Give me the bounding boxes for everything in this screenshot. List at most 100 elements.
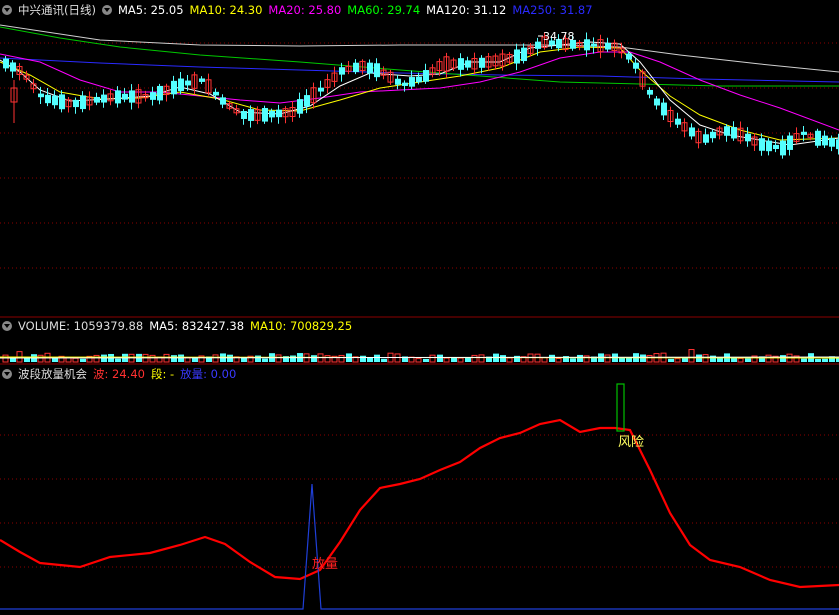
volume-bar [801,358,807,362]
candlestick [220,94,226,109]
chart-canvas[interactable]: 34.78 [0,0,839,615]
candlestick [94,92,100,106]
volume-bar [80,358,86,362]
candlestick [387,69,394,85]
candlestick [521,43,527,64]
candlestick [150,86,156,106]
candlestick [129,84,135,110]
candlestick [59,90,65,113]
volume-bar [555,358,562,363]
candlestick [584,32,590,57]
candlestick [787,132,793,156]
volume-signal-label: 放量: 0.00 [180,367,237,381]
ma10-line [0,46,839,141]
candlestick [10,60,16,78]
candlestick [205,73,212,96]
candlestick [331,66,338,87]
candlestick [479,55,485,74]
volume-bar [737,357,744,363]
volume-bar [780,355,786,362]
candlestick [458,53,464,77]
volume-bar [37,354,44,363]
candlestick [248,105,254,128]
volume-bar [212,354,219,363]
candlestick [276,104,282,124]
collapse-icon[interactable] [2,368,12,379]
candlestick [345,60,352,75]
volume-bar [262,358,268,362]
candlestick [815,128,821,148]
volume-bar [423,358,429,362]
candlestick [661,98,667,120]
candlestick [115,86,121,108]
candlestick [101,89,107,108]
wave-line [0,418,839,589]
indicator-header: 波段放量机会 波: 24.40 段: - 放量: 0.00 [0,366,839,382]
candlestick [737,121,744,144]
candlestick [703,128,709,146]
candlestick [751,133,758,151]
candlestick [689,123,695,140]
volume-bar [577,354,583,362]
volume-bar [360,355,366,362]
volume-bar [815,358,821,362]
candlestick [471,52,478,75]
candlestick [724,124,730,142]
volume-bar [184,357,191,363]
volume-bar [93,354,100,363]
candlestick [780,135,786,159]
candlestick [695,128,702,149]
candlestick [199,76,205,85]
volume-bar [514,355,520,362]
volume-bar [541,357,548,363]
volume-bar [381,358,387,362]
volume-bar [192,357,198,362]
candlestick [107,89,114,106]
candlestick [324,73,331,94]
candlestick [282,106,289,124]
volume-bar [583,355,590,363]
volume-bar [437,354,443,362]
candlestick [591,37,597,54]
candlestick [618,42,625,59]
volume-bar [290,355,296,362]
volume-bar [604,354,611,363]
volume-bar [2,354,9,363]
volume-bar [171,355,177,362]
collapse-icon[interactable] [2,320,12,331]
volume-bar [674,358,681,363]
volume-bar [227,354,233,362]
wave-label: 波: 24.40 [93,367,145,381]
volume-bar [506,357,513,363]
candlestick [157,83,163,105]
high-price-label: 34.78 [543,30,575,43]
volume-bar [115,358,121,362]
candlestick [654,96,660,110]
candlestick [86,91,93,111]
candlestick [374,58,380,82]
candlestick [122,88,128,103]
candlestick [681,118,688,138]
indicator-title: 波段放量机会 [18,367,87,381]
candlestick [73,97,79,114]
volume-bar [710,355,716,362]
candlestick [367,59,373,80]
candlestick [667,106,674,128]
candlestick [535,37,541,56]
volume-title: VOLUME: 1059379.88 [18,319,144,333]
candlestick [423,63,429,84]
volume-bar [338,354,345,363]
volume-bar [500,355,506,362]
volume-bar [149,354,156,363]
candlestick [241,108,247,125]
candlestick [514,43,520,71]
volume-bar [668,358,674,362]
candlestick [675,112,681,128]
candlestick [429,64,436,78]
signal-risk-text: 风险 [618,435,645,450]
candlestick [178,72,184,95]
candlestick [793,127,800,144]
candlestick [45,88,51,107]
volume-bar [443,357,450,363]
volume-bar [311,355,317,362]
